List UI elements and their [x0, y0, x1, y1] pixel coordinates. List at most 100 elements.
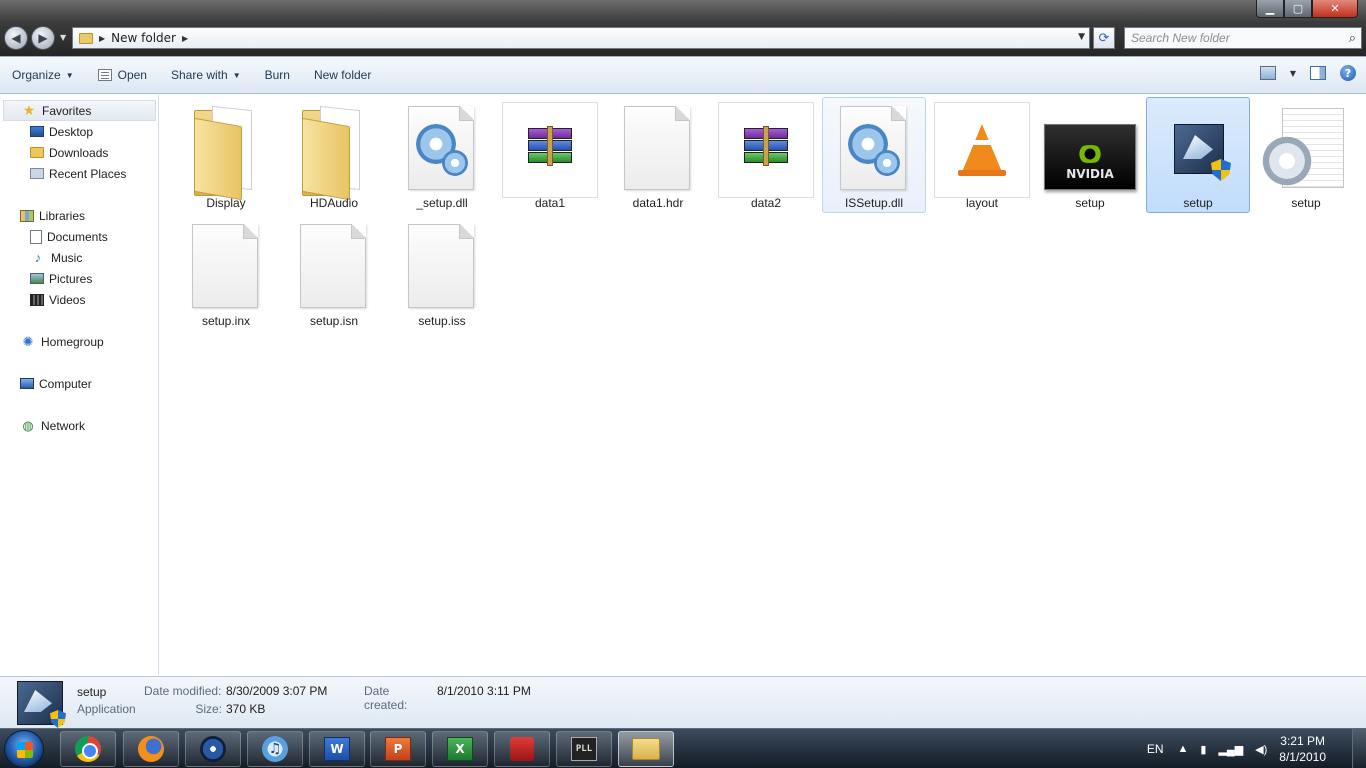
volume-icon[interactable]: ◀)	[1255, 743, 1267, 756]
new-folder-button[interactable]: New folder	[302, 56, 383, 94]
battery-icon[interactable]: ▮	[1200, 743, 1206, 756]
file-item[interactable]: setup	[1254, 97, 1358, 213]
file-item[interactable]: setup.inx	[174, 215, 278, 331]
file-item[interactable]: layout	[930, 97, 1034, 213]
close-button[interactable]: ✕	[1312, 0, 1358, 18]
sidebar-item-favorites[interactable]: ★ Favorites	[3, 100, 156, 121]
sidebar-item-downloads[interactable]: Downloads	[0, 142, 158, 163]
file-item[interactable]: data1.hdr	[606, 97, 710, 213]
organize-button[interactable]: Organize ▼	[0, 56, 86, 94]
itunes-icon: ♫	[262, 736, 288, 762]
system-tray: EN ▲ ▮ ▂▄▆ ◀) 3:21 PM 8/1/2010	[1147, 729, 1366, 768]
share-with-button[interactable]: Share with ▼	[159, 56, 253, 94]
file-name: data2	[750, 196, 782, 210]
taskbar-app-itunes[interactable]: ♫	[247, 731, 303, 767]
new-folder-label: New folder	[313, 68, 372, 82]
firefox-icon	[138, 736, 164, 762]
file-item[interactable]: NVIDIA setup	[1038, 97, 1142, 213]
breadcrumb-new-folder[interactable]: New folder	[111, 31, 176, 45]
chevron-down-icon[interactable]: ▼	[1078, 32, 1085, 42]
change-view-icon[interactable]	[1259, 66, 1276, 80]
back-button[interactable]: ◀	[4, 26, 28, 50]
taskbar-app-red[interactable]	[494, 731, 550, 767]
taskbar-app-pll[interactable]: PLL	[556, 731, 612, 767]
taskbar-app-word[interactable]: W	[309, 731, 365, 767]
sidebar-item-network[interactable]: ◍ Network	[0, 415, 158, 436]
forward-button[interactable]: ▶	[31, 26, 55, 50]
file-item[interactable]: _setup.dll	[390, 97, 494, 213]
sidebar-item-desktop[interactable]: Desktop	[0, 121, 158, 142]
clock-date: 8/1/2010	[1279, 750, 1326, 764]
sidebar-item-videos[interactable]: Videos	[0, 289, 158, 310]
refresh-button[interactable]: ⟳	[1093, 27, 1115, 49]
open-button[interactable]: Open	[86, 56, 159, 94]
sidebar-label: Network	[41, 418, 86, 433]
file-item-selected[interactable]: setup	[1146, 97, 1250, 213]
show-hidden-icons-icon[interactable]: ▲	[1177, 743, 1188, 755]
folder-icon	[79, 32, 93, 44]
help-icon[interactable]: ?	[1340, 65, 1356, 81]
sidebar-item-pictures[interactable]: Pictures	[0, 268, 158, 289]
taskbar-app-windows-explorer[interactable]	[618, 731, 674, 767]
details-pane: setup Application Date modified: 8/30/20…	[0, 676, 1366, 728]
address-bar[interactable]: ▶ New folder ▶ ▼	[72, 27, 1090, 49]
sidebar-label: Libraries	[39, 208, 86, 223]
burn-button[interactable]: Burn	[253, 56, 302, 94]
sidebar-item-homegroup[interactable]: ✺ Homegroup	[0, 331, 158, 352]
sidebar-item-libraries[interactable]: Libraries	[0, 205, 158, 226]
file-item[interactable]: Display	[174, 97, 278, 213]
details-date-modified: 8/30/2009 3:07 PM	[226, 684, 328, 698]
computer-icon	[20, 378, 34, 389]
details-date-created: 8/1/2010 3:11 PM	[437, 684, 531, 698]
sidebar-item-computer[interactable]: Computer	[0, 373, 158, 394]
windows-explorer-icon	[632, 738, 660, 760]
recent-pages-dropdown[interactable]: ▼	[60, 33, 66, 42]
sidebar-label: Computer	[39, 376, 92, 391]
file-name: setup	[1291, 196, 1321, 210]
signal-bars-icon[interactable]: ▂▄▆	[1218, 743, 1243, 756]
navigation-pane: ★ Favorites Desktop Downloads Recent Plac…	[0, 95, 159, 675]
sidebar-label: Pictures	[49, 271, 93, 286]
arrow-left-icon: ◀	[11, 31, 21, 45]
search-icon[interactable]: ⌕	[1349, 30, 1356, 46]
sidebar-item-music[interactable]: ♪ Music	[0, 247, 158, 268]
config-settings-icon	[1258, 102, 1354, 198]
file-list[interactable]: Display HDAudio _setup.dll data1 data1.h…	[160, 95, 1366, 675]
file-item[interactable]: data1	[498, 97, 602, 213]
chevron-right-icon[interactable]: ▶	[99, 34, 105, 43]
chevron-down-icon: ▼	[232, 70, 241, 80]
file-item[interactable]: data2	[714, 97, 818, 213]
sidebar-label: Homegroup	[41, 334, 104, 349]
dll-gear-icon	[826, 102, 922, 198]
file-name: setup.iss	[418, 314, 466, 328]
search-placeholder: Search New folder	[1131, 31, 1230, 45]
sidebar-item-recent-places[interactable]: Recent Places	[0, 163, 158, 184]
taskbar-app-chrome[interactable]	[60, 731, 116, 767]
clock[interactable]: 3:21 PM 8/1/2010	[1279, 733, 1326, 765]
taskbar-app-firefox[interactable]	[123, 731, 179, 767]
start-button[interactable]	[4, 730, 44, 768]
language-indicator[interactable]: EN	[1147, 742, 1164, 756]
show-desktop-button[interactable]	[1352, 729, 1366, 768]
file-name: setup.isn	[309, 314, 359, 328]
file-name: layout	[965, 196, 999, 210]
open-label: Open	[117, 68, 147, 82]
star-icon: ★	[22, 102, 36, 118]
details-size-label: Size:	[195, 702, 222, 716]
red-app-icon	[510, 737, 534, 761]
taskbar-app-excel[interactable]: X	[432, 731, 488, 767]
sidebar-item-documents[interactable]: Documents	[0, 226, 158, 247]
maximize-button[interactable]: ▢	[1284, 0, 1312, 18]
minimize-button[interactable]: ▁	[1256, 0, 1284, 18]
chevron-down-icon[interactable]: ▼	[1290, 69, 1296, 78]
taskbar: ♫ W P X PLL EN ▲ ▮ ▂▄▆ ◀) 3:21 PM 8/1/20…	[0, 728, 1366, 768]
taskbar-app-media-player[interactable]	[185, 731, 241, 767]
taskbar-app-powerpoint[interactable]: P	[370, 731, 426, 767]
preview-pane-icon[interactable]	[1310, 66, 1326, 80]
search-input[interactable]: Search New folder ⌕	[1124, 27, 1362, 49]
file-item[interactable]: setup.isn	[282, 215, 386, 331]
chevron-right-icon[interactable]: ▶	[182, 34, 188, 43]
file-item[interactable]: ISSetup.dll	[822, 97, 926, 213]
file-item[interactable]: HDAudio	[282, 97, 386, 213]
file-item[interactable]: setup.iss	[390, 215, 494, 331]
